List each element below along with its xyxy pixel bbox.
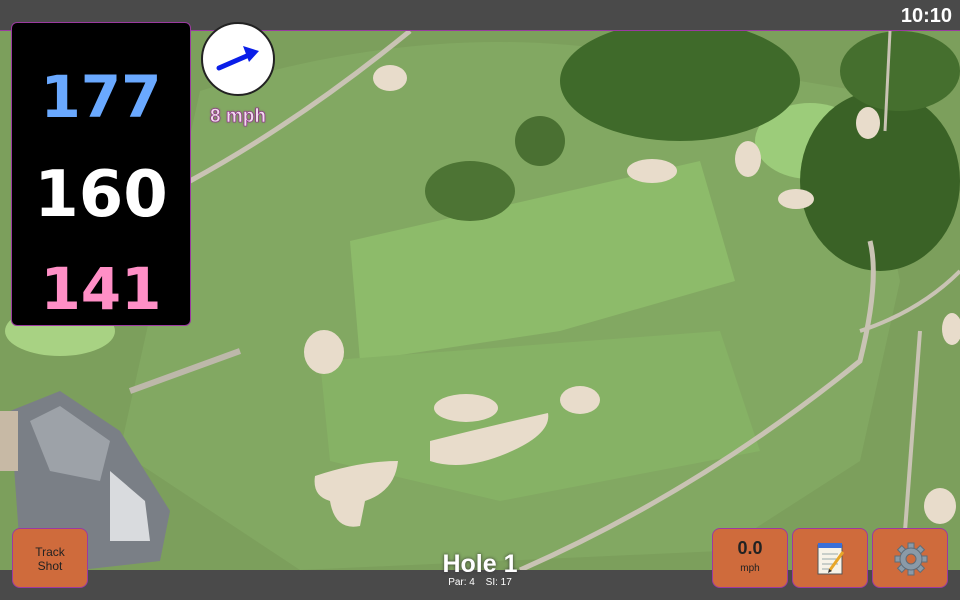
clock-time: 10:10 bbox=[900, 5, 952, 27]
settings-button[interactable] bbox=[872, 528, 948, 588]
distance-panel: 177 160 141 bbox=[11, 22, 191, 326]
wind-indicator bbox=[201, 22, 275, 96]
wind-speed-label: 8 mph bbox=[210, 106, 267, 128]
track-shot-label-line2: Shot bbox=[37, 559, 63, 573]
track-shot-button[interactable]: Track Shot bbox=[12, 528, 88, 588]
speed-button[interactable]: 0.0 mph bbox=[712, 528, 788, 588]
gear-icon bbox=[894, 542, 928, 576]
speed-value: 0.0 bbox=[737, 538, 763, 558]
hole-stroke-index: SI: 17 bbox=[485, 577, 512, 588]
back-distance: 177 bbox=[40, 63, 162, 131]
notes-button[interactable] bbox=[792, 528, 868, 588]
middle-distance: 160 bbox=[34, 158, 168, 232]
arrow-icon bbox=[216, 46, 259, 71]
speed-unit: mph bbox=[740, 563, 760, 574]
notepad-icon bbox=[817, 543, 845, 575]
front-distance: 141 bbox=[40, 255, 162, 323]
hole-info: Par: 4 SI: 17 bbox=[380, 577, 580, 588]
track-shot-label-line1: Track bbox=[35, 545, 65, 559]
hole-par: Par: 4 bbox=[448, 577, 475, 588]
hole-title: Hole 1 bbox=[442, 550, 518, 578]
